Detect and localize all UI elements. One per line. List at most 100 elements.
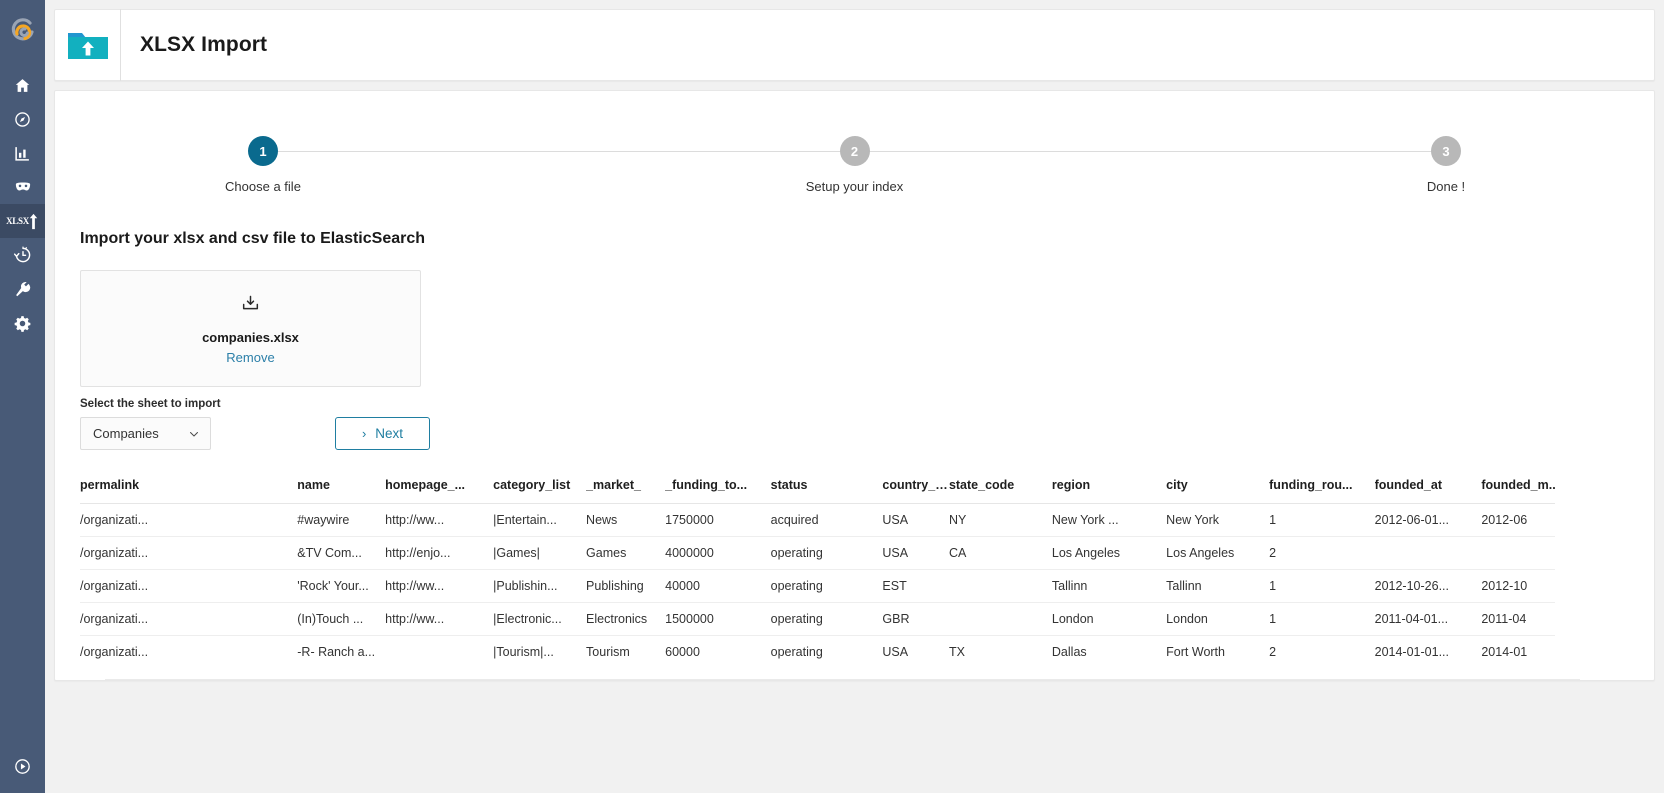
table-row[interactable]: /organizati... -R- Ranch a... |Tourism|.… bbox=[80, 636, 1555, 669]
column-header[interactable]: name bbox=[297, 478, 386, 504]
column-header[interactable]: region bbox=[1051, 478, 1167, 504]
table-cell: Tallinn bbox=[1166, 569, 1270, 603]
column-header[interactable]: funding_rou... bbox=[1269, 478, 1375, 504]
column-header[interactable]: status bbox=[770, 478, 883, 504]
sidebar-item-timelion[interactable] bbox=[0, 238, 45, 272]
column-header[interactable]: founded_m... bbox=[1481, 478, 1555, 504]
chevron-right-icon: › bbox=[361, 426, 367, 441]
table-cell: Los Angeles bbox=[1166, 536, 1270, 570]
table-cell bbox=[948, 569, 1052, 603]
sidebar-item-xlsx-import[interactable]: XLSX bbox=[0, 204, 45, 238]
table-horizontal-scrollbar[interactable]: ◀ ▶ bbox=[105, 679, 1580, 682]
table-row[interactable]: /organizati... #waywire http://ww... |En… bbox=[80, 503, 1555, 537]
scrollbar-track[interactable] bbox=[118, 681, 1567, 682]
sidebar-item-visualize[interactable] bbox=[0, 136, 45, 170]
chevron-down-icon bbox=[188, 428, 200, 440]
table-cell: &TV Com... bbox=[297, 536, 386, 570]
table-cell: GBR bbox=[882, 602, 949, 636]
table-cell: |Electronic... bbox=[493, 602, 587, 636]
table-cell bbox=[1481, 536, 1555, 570]
page-header: XLSX Import bbox=[54, 9, 1655, 81]
table-cell: operating bbox=[770, 536, 883, 570]
wizard-stepper: 1 Choose a file 2 Setup your index 3 Don… bbox=[195, 136, 1514, 202]
table-cell: 1750000 bbox=[665, 503, 771, 537]
column-header[interactable]: city bbox=[1166, 478, 1270, 504]
table-cell: 1 bbox=[1269, 602, 1375, 636]
home-icon bbox=[15, 78, 30, 92]
table-cell: Games bbox=[586, 536, 666, 570]
table-cell: EST bbox=[882, 569, 949, 603]
sidebar-item-discover[interactable] bbox=[0, 102, 45, 136]
table-cell: #waywire bbox=[297, 503, 386, 537]
sidebar-collapse-toggle[interactable] bbox=[0, 749, 45, 783]
table-cell: USA bbox=[882, 503, 949, 537]
step-3-done[interactable]: 3 Done ! bbox=[1378, 136, 1514, 194]
import-wizard-card: 1 Choose a file 2 Setup your index 3 Don… bbox=[54, 90, 1655, 681]
column-header[interactable]: permalink bbox=[80, 478, 298, 504]
table-cell: London bbox=[1166, 602, 1270, 636]
app-logo[interactable] bbox=[0, 0, 45, 62]
step-1-label: Choose a file bbox=[225, 179, 301, 194]
table-cell: 2011-04-01... bbox=[1374, 602, 1482, 636]
scrollbar-thumb[interactable] bbox=[118, 681, 1466, 682]
step-2-setup-your-index[interactable]: 2 Setup your index bbox=[787, 136, 923, 194]
header-app-icon bbox=[55, 9, 121, 81]
table-cell: Dallas bbox=[1051, 645, 1087, 659]
file-dropzone[interactable]: companies.xlsx Remove bbox=[80, 270, 421, 387]
step-3-circle: 3 bbox=[1431, 136, 1461, 166]
table-cell: acquired bbox=[770, 503, 883, 537]
sidebar-item-management[interactable] bbox=[0, 306, 45, 340]
preview-table-clip: permalink name homepage_... category_lis… bbox=[80, 478, 1555, 668]
table-cell: http://enjo... bbox=[385, 536, 494, 570]
sheet-select[interactable]: Companies bbox=[80, 417, 211, 450]
next-button-label: Next bbox=[375, 426, 404, 441]
table-cell: |Publishin... bbox=[493, 569, 587, 603]
table-cell bbox=[948, 602, 1052, 636]
sidebar-item-dev-tools[interactable] bbox=[0, 272, 45, 306]
table-row[interactable]: /organizati... &TV Com... http://enjo...… bbox=[80, 536, 1555, 570]
table-cell: 2012-06 bbox=[1481, 503, 1555, 537]
step-2-circle: 2 bbox=[839, 136, 870, 166]
section-title: Import your xlsx and csv file to Elastic… bbox=[80, 230, 426, 247]
column-header[interactable]: category_list bbox=[493, 478, 587, 504]
table-cell: (In)Touch ... bbox=[297, 602, 386, 636]
sheet-select-label: Select the sheet to import bbox=[80, 398, 221, 410]
table-cell: New York bbox=[1166, 503, 1270, 537]
table-cell: TX bbox=[948, 645, 965, 659]
column-header[interactable]: founded_at bbox=[1374, 478, 1482, 504]
table-cell: 60000 bbox=[665, 645, 700, 659]
clock-history-icon bbox=[13, 246, 30, 263]
table-row[interactable]: /organizati... (In)Touch ... http://ww..… bbox=[80, 602, 1555, 636]
column-header[interactable]: country_code bbox=[882, 478, 949, 504]
table-cell: Publishing bbox=[586, 569, 666, 603]
table-cell: 2012-10-26... bbox=[1374, 569, 1482, 603]
table-cell: London bbox=[1051, 602, 1167, 636]
table-cell: /organizati... bbox=[80, 569, 298, 603]
step-1-choose-a-file[interactable]: 1 Choose a file bbox=[195, 136, 331, 194]
column-header[interactable]: homepage_... bbox=[385, 478, 494, 504]
table-cell: /organizati... bbox=[80, 645, 149, 659]
table-cell: 'Rock' Your... bbox=[297, 569, 386, 603]
next-button[interactable]: › Next bbox=[335, 417, 430, 450]
remove-file-link[interactable]: Remove bbox=[226, 350, 274, 365]
table-cell: http://ww... bbox=[385, 569, 494, 603]
left-sidebar: XLSX bbox=[0, 0, 45, 793]
main-content: XLSX Import 1 Choose a file 2 Setup your… bbox=[45, 0, 1664, 793]
step-3-label: Done ! bbox=[1426, 179, 1466, 194]
table-body: /organizati... #waywire http://ww... |En… bbox=[80, 503, 1555, 669]
sheet-controls-row: Companies › Next bbox=[80, 417, 1654, 450]
column-header[interactable]: _market_ bbox=[586, 478, 666, 504]
column-header[interactable]: state_code bbox=[948, 478, 1052, 504]
table-cell: 2014-01-01... bbox=[1374, 645, 1449, 659]
table-cell: 40000 bbox=[665, 569, 771, 603]
table-row[interactable]: /organizati... 'Rock' Your... http://ww.… bbox=[80, 569, 1555, 603]
folder-upload-icon bbox=[67, 33, 108, 59]
table-cell bbox=[385, 636, 493, 669]
sidebar-item-dashboard[interactable] bbox=[0, 170, 45, 204]
table-cell: operating bbox=[770, 645, 823, 659]
sidebar-item-home[interactable] bbox=[0, 68, 45, 102]
table-header-row: permalink name homepage_... category_lis… bbox=[80, 478, 1555, 504]
column-header[interactable]: _funding_to... bbox=[665, 478, 771, 504]
table-cell: Fort Worth bbox=[1166, 645, 1225, 659]
table-cell: USA bbox=[882, 536, 949, 570]
